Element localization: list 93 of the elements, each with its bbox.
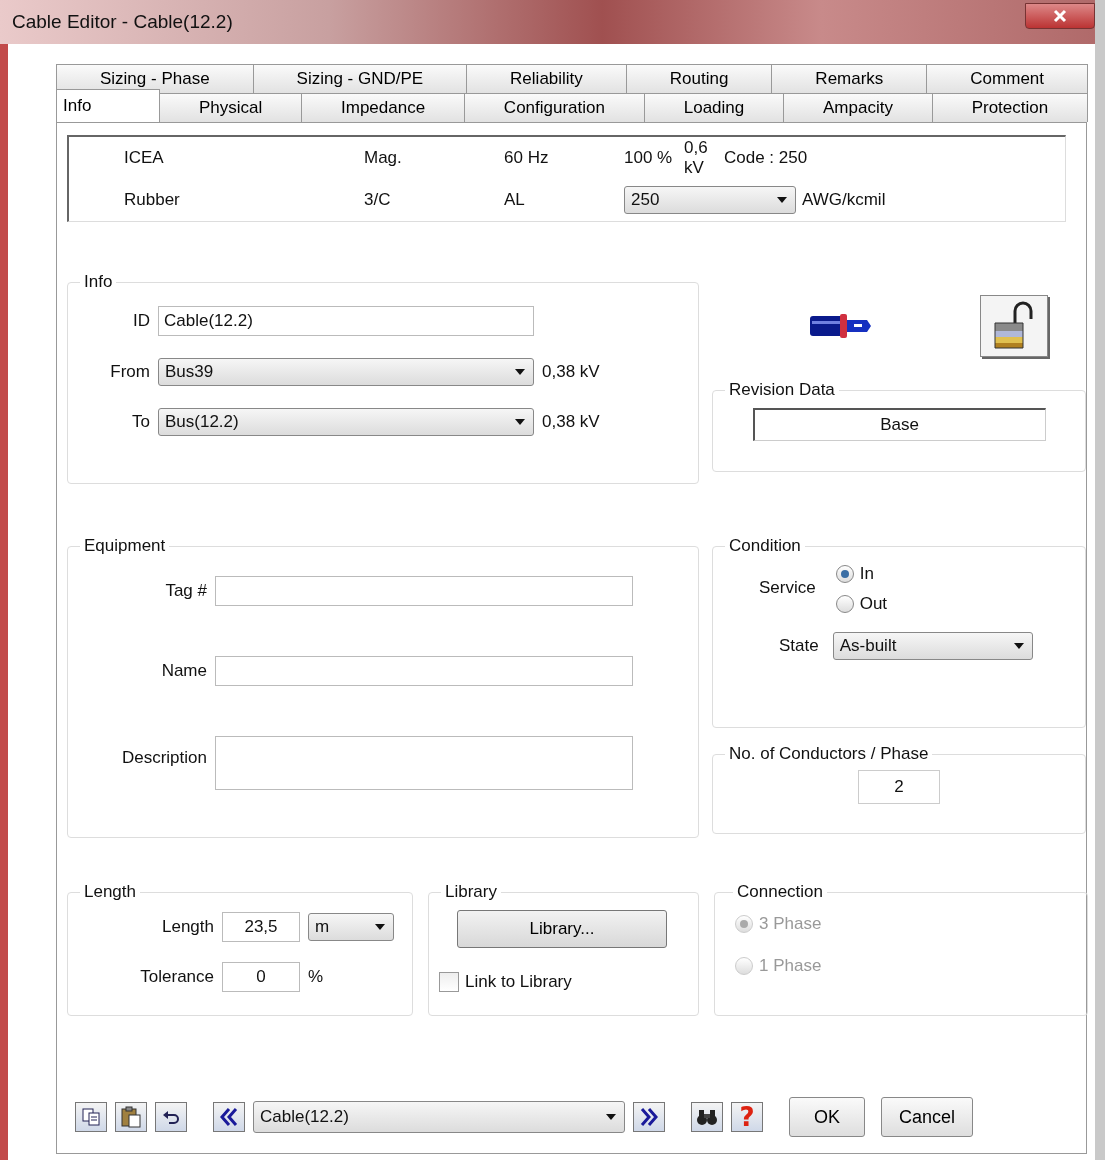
tab[interactable]: Comment (926, 64, 1088, 93)
window-title: Cable Editor - Cable(12.2) (12, 11, 233, 33)
field-label: To (131, 412, 150, 432)
help-button[interactable]: ? (731, 1102, 763, 1132)
rating-text: 100 % (624, 148, 674, 168)
type-text: Mag. (364, 148, 403, 168)
library-button[interactable]: Library... (457, 910, 667, 948)
radio-label: In (859, 564, 874, 584)
checkbox-label: Link to Library (465, 972, 572, 992)
copy-icon (81, 1107, 101, 1127)
state-dropdown[interactable]: As-built (832, 632, 1033, 660)
size-unit: AWG/kcmil (802, 190, 886, 210)
caret-icon (515, 369, 525, 375)
previous-button[interactable] (213, 1102, 245, 1132)
tab[interactable]: Loading (643, 93, 785, 122)
field-label: Tolerance (139, 967, 214, 987)
group-title: Revision Data (728, 380, 836, 400)
checkbox[interactable] (439, 972, 459, 992)
cancel-button[interactable]: Cancel (881, 1097, 973, 1137)
tab[interactable]: Protection (931, 93, 1089, 122)
voltage-text: 0,6 kV (684, 138, 709, 178)
length-field[interactable]: 23,5 (222, 912, 300, 942)
tab[interactable]: Remarks (771, 64, 928, 93)
find-button[interactable] (691, 1102, 723, 1132)
group-title: Connection (736, 882, 824, 902)
voltage-text: 0,38 kV (542, 412, 600, 432)
description-field[interactable] (215, 736, 633, 790)
lock-button[interactable] (980, 295, 1048, 357)
next-button[interactable] (633, 1102, 665, 1132)
frequency-text: 60 Hz (504, 148, 550, 168)
tolerance-field[interactable]: 0 (222, 962, 300, 992)
double-chevron-right-icon (639, 1107, 659, 1127)
group-title: No. of Conductors / Phase (728, 744, 930, 764)
revision-field: Base (752, 408, 1046, 441)
ok-button[interactable]: OK (789, 1097, 865, 1137)
tag-field[interactable] (215, 576, 633, 606)
group-title: Condition (728, 536, 802, 556)
close-icon (1053, 9, 1067, 23)
id-field[interactable]: Cable(12.2) (158, 306, 534, 336)
tab[interactable]: Configuration (464, 93, 645, 122)
tab[interactable]: Routing (625, 64, 773, 93)
undo-icon (161, 1109, 181, 1125)
paste-button[interactable] (115, 1102, 147, 1132)
close-button[interactable] (1025, 3, 1095, 29)
group-title: Length (83, 882, 137, 902)
tab[interactable]: Info (56, 89, 161, 122)
field-label: Description (120, 748, 207, 768)
caret-icon (1013, 643, 1024, 649)
caret-icon (375, 924, 385, 930)
unit-dropdown[interactable]: m (308, 913, 394, 941)
code-text: Code : 250 (724, 148, 809, 168)
unit-text: % (308, 967, 324, 987)
conductors-text: 3/C (364, 190, 392, 210)
field-label: State (779, 636, 819, 656)
group-title: Equipment (83, 536, 167, 556)
radio-label: 3 Phase (759, 914, 822, 934)
tab[interactable]: Sizing - GND/PE (252, 64, 468, 93)
size-dropdown[interactable]: 250 (624, 186, 796, 214)
standard-text: ICEA (124, 148, 165, 168)
field-label: Service (759, 578, 816, 599)
caret-icon (777, 197, 787, 203)
field-label: Tag # (164, 581, 207, 601)
binoculars-icon (696, 1108, 718, 1126)
tab[interactable]: Impedance (301, 93, 465, 122)
radio-label: Out (859, 594, 888, 614)
field-label: From (109, 362, 150, 382)
caret-icon (606, 1114, 616, 1120)
group-title: Info (83, 272, 114, 292)
undo-button[interactable] (155, 1102, 187, 1132)
field-label: Name (160, 661, 207, 681)
cable-icon (810, 312, 872, 340)
tab[interactable]: Reliability (466, 64, 627, 93)
name-field[interactable] (215, 656, 633, 686)
clipboard-icon (120, 1106, 142, 1128)
material-text: AL (504, 190, 526, 210)
radio-button[interactable] (835, 565, 854, 583)
voltage-text: 0,38 kV (542, 362, 600, 382)
tab[interactable]: Physical (159, 93, 303, 122)
double-chevron-left-icon (219, 1107, 239, 1127)
copy-button[interactable] (75, 1102, 107, 1132)
to-dropdown[interactable]: Bus(12.2) (158, 408, 534, 436)
tab[interactable]: Sizing - Phase (56, 64, 254, 93)
conductors-field[interactable]: 2 (858, 770, 940, 804)
field-label: ID (132, 311, 150, 331)
tab[interactable]: Ampacity (783, 93, 933, 122)
caret-icon (515, 419, 525, 425)
group-title: Library (444, 882, 498, 902)
from-dropdown[interactable]: Bus39 (158, 358, 534, 386)
insulation-text: Rubber (124, 190, 181, 210)
field-label: Length (161, 917, 214, 937)
radio-button[interactable] (835, 595, 854, 613)
element-dropdown[interactable]: Cable(12.2) (253, 1101, 625, 1133)
radio-label: 1 Phase (759, 956, 822, 976)
